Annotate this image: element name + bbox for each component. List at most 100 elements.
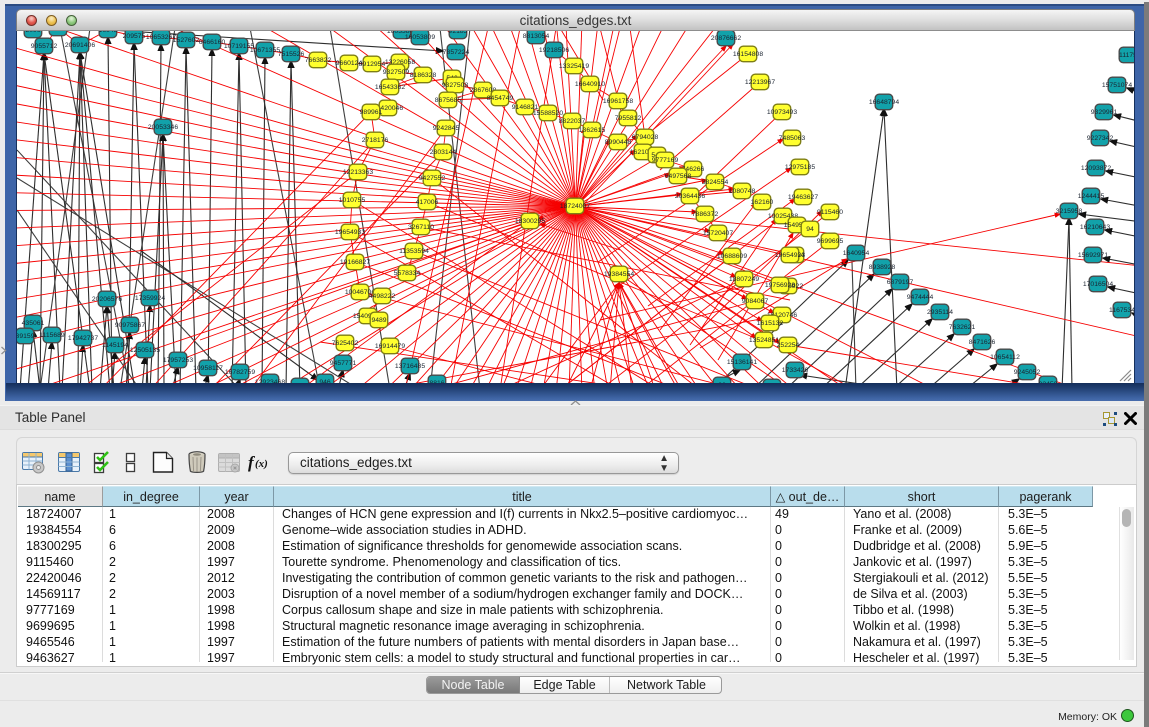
- svg-text:9427552: 9427552: [419, 175, 446, 182]
- svg-text:8454749: 8454749: [487, 95, 514, 102]
- svg-text:92450: 92450: [1039, 381, 1058, 383]
- svg-text:209575: 209575: [123, 33, 146, 40]
- svg-text:19756928: 19756928: [765, 282, 795, 289]
- svg-text:4498222: 4498222: [369, 293, 396, 300]
- svg-text:18300295: 18300295: [515, 218, 545, 225]
- svg-text:11353594: 11353594: [399, 248, 429, 255]
- svg-text:18724007: 18724007: [560, 203, 590, 210]
- svg-text:6497568: 6497568: [665, 173, 692, 180]
- svg-text:19654933: 19654933: [335, 229, 365, 236]
- svg-text:15588520: 15588520: [533, 110, 563, 117]
- svg-text:8822037: 8822037: [559, 118, 586, 125]
- svg-text:417006: 417006: [416, 199, 439, 206]
- svg-text:7886372: 7886372: [692, 211, 719, 218]
- svg-text:8675685: 8675685: [435, 97, 462, 104]
- svg-text:1080748: 1080748: [729, 188, 756, 195]
- svg-text:15136141: 15136141: [727, 359, 757, 366]
- svg-text:17957253: 17957253: [163, 357, 193, 364]
- svg-text:13325419: 13325419: [559, 63, 589, 70]
- svg-text:39159: 39159: [17, 333, 35, 340]
- svg-text:19166827: 19166827: [340, 259, 370, 266]
- svg-text:10958117: 10958117: [193, 365, 223, 372]
- svg-text:90975867: 90975867: [115, 322, 145, 329]
- svg-text:9327508: 9327508: [442, 82, 469, 89]
- svg-text:9457771: 9457771: [330, 360, 357, 367]
- svg-text:3824554: 3824554: [702, 179, 729, 186]
- svg-text:(x): (x): [255, 458, 268, 470]
- svg-text:96: 96: [718, 382, 726, 383]
- svg-text:946: 946: [319, 379, 331, 383]
- svg-text:8990448: 8990448: [605, 139, 632, 146]
- svg-text:1527602: 1527602: [173, 37, 200, 44]
- svg-text:7955812: 7955812: [615, 115, 642, 122]
- svg-text:16154808: 16154808: [733, 51, 763, 58]
- svg-text:15720407: 15720407: [703, 230, 733, 237]
- svg-text:11175: 11175: [1119, 52, 1134, 59]
- svg-text:7485063: 7485063: [779, 135, 806, 142]
- svg-text:19218506: 19218506: [539, 47, 569, 54]
- svg-text:15751074: 15751074: [1102, 82, 1132, 89]
- svg-text:9115460: 9115460: [817, 209, 843, 216]
- svg-text:5578334: 5578334: [394, 270, 421, 277]
- svg-text:1615132: 1615132: [757, 320, 784, 327]
- svg-text:8471626: 8471626: [969, 339, 996, 346]
- svg-text:435061: 435061: [22, 320, 45, 327]
- svg-text:9329961: 9329961: [1091, 109, 1118, 116]
- svg-text:20196: 20196: [49, 31, 68, 32]
- svg-text:12923468: 12923468: [255, 379, 285, 383]
- svg-text:94: 94: [806, 226, 814, 233]
- svg-text:10688609: 10688609: [717, 253, 747, 260]
- svg-text:2935114: 2935114: [927, 309, 953, 316]
- svg-text:20364436: 20364436: [675, 193, 705, 200]
- svg-text:1733426: 1733426: [782, 367, 809, 374]
- svg-text:16053809: 16053809: [405, 34, 435, 41]
- svg-text:8912954: 8912954: [359, 61, 386, 68]
- svg-text:9055712: 9055712: [31, 43, 58, 50]
- svg-text:92185: 92185: [449, 31, 468, 35]
- svg-text:16648794: 16648794: [869, 99, 899, 106]
- svg-text:9084067: 9084067: [742, 298, 769, 305]
- svg-text:19384554: 19384554: [604, 271, 634, 278]
- svg-text:9227342: 9227342: [1087, 135, 1114, 142]
- svg-text:16543362: 16543362: [375, 84, 405, 91]
- svg-text:10653267: 10653267: [146, 34, 176, 41]
- svg-text:252254: 252254: [777, 342, 800, 349]
- svg-text:6466160: 6466160: [199, 39, 226, 46]
- svg-text:1640954: 1640954: [843, 250, 870, 257]
- svg-text:2718176: 2718176: [362, 137, 389, 144]
- svg-text:20876662: 20876662: [711, 35, 741, 42]
- svg-text:2096: 2096: [25, 31, 40, 34]
- svg-text:6794028: 6794028: [632, 134, 659, 141]
- svg-text:1244415: 1244415: [1078, 193, 1105, 200]
- svg-text:16640910: 16640910: [575, 81, 605, 88]
- svg-text:10973493: 10973493: [767, 109, 797, 116]
- svg-text:9242845: 9242845: [433, 125, 460, 132]
- svg-text:16914479: 16914479: [375, 343, 405, 350]
- svg-text:19654923: 19654923: [775, 252, 805, 259]
- svg-text:17942737: 17942737: [68, 335, 98, 342]
- svg-text:1010755: 1010755: [339, 197, 366, 204]
- svg-text:20691406: 20691406: [65, 42, 95, 49]
- svg-text:2803144: 2803144: [430, 149, 457, 156]
- svg-text:1167534: 1167534: [1109, 307, 1134, 314]
- svg-text:7663822: 7663822: [305, 57, 332, 64]
- svg-text:16782759: 16782759: [225, 369, 255, 376]
- svg-text:7857224: 7857224: [443, 49, 470, 56]
- svg-text:16961758: 16961758: [603, 98, 633, 105]
- svg-text:17016504: 17016504: [1083, 281, 1113, 288]
- svg-text:16945: 16945: [99, 31, 118, 34]
- svg-text:7625402: 7625402: [332, 340, 359, 347]
- svg-text:3215958: 3215958: [1056, 208, 1083, 215]
- svg-text:1362615: 1362615: [579, 127, 606, 134]
- svg-text:20053346: 20053346: [148, 124, 178, 131]
- svg-text:9489: 9489: [371, 317, 386, 324]
- svg-text:9245052: 9245052: [1014, 369, 1041, 376]
- svg-text:12093872: 12093872: [1081, 165, 1111, 172]
- svg-text:12505135: 12505135: [130, 347, 160, 354]
- svg-text:1115689: 1115689: [39, 332, 65, 339]
- svg-text:8813054: 8813054: [523, 33, 550, 40]
- svg-text:7515526: 7515526: [278, 51, 305, 58]
- svg-text:10654112: 10654112: [990, 354, 1020, 361]
- svg-text:8938928: 8938928: [869, 264, 896, 271]
- svg-text:19463627: 19463627: [788, 194, 818, 201]
